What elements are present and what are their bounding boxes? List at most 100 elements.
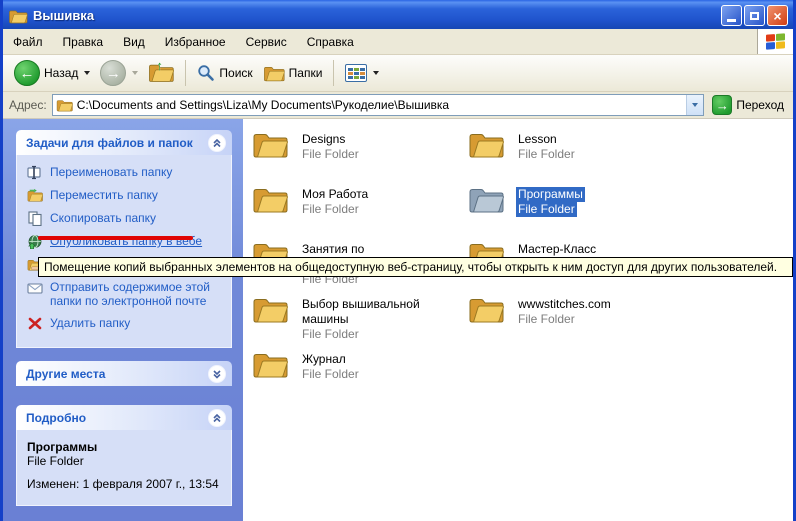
- views-icon: [345, 64, 367, 82]
- chevron-down-button[interactable]: [208, 365, 226, 383]
- folder-type: File Folder: [300, 367, 361, 382]
- folder-item-moya-rabota[interactable]: Моя РаботаFile Folder: [252, 182, 468, 237]
- window-title: Вышивка: [33, 8, 721, 23]
- chevron-down-icon: [692, 103, 698, 107]
- chevron-up-button[interactable]: [208, 134, 226, 152]
- folder-list: DesignsFile Folder LessonFile Folder Моя…: [243, 119, 793, 521]
- folder-icon: [252, 294, 288, 324]
- details-item-name: Программы: [27, 440, 221, 454]
- up-button[interactable]: ↑: [143, 58, 179, 88]
- titlebar: Вышивка ×: [3, 0, 793, 29]
- folder-item-lesson[interactable]: LessonFile Folder: [468, 127, 684, 182]
- details-header[interactable]: Подробно: [16, 405, 232, 430]
- other-places-title: Другие места: [26, 367, 105, 381]
- task-delete-folder[interactable]: Удалить папку: [27, 316, 227, 331]
- content-area: Задачи для файлов и папок Переименовать …: [3, 119, 793, 521]
- views-button[interactable]: [340, 61, 384, 85]
- forward-button[interactable]: →: [95, 57, 143, 89]
- maximize-button[interactable]: [744, 5, 765, 26]
- menu-edit[interactable]: Правка: [53, 29, 114, 54]
- back-dropdown-icon[interactable]: [84, 71, 90, 75]
- folders-button[interactable]: Папки: [258, 61, 328, 85]
- search-label: Поиск: [219, 66, 252, 80]
- task-copy-folder[interactable]: Скопировать папку: [27, 211, 227, 226]
- tasks-panel-body: Переименовать папку Переместить папку Ск…: [16, 155, 232, 348]
- folder-name: Lesson: [516, 132, 559, 147]
- annotation-underline: [38, 236, 193, 240]
- tasks-panel-title: Задачи для файлов и папок: [26, 136, 193, 150]
- back-icon: ←: [14, 60, 40, 86]
- menu-file[interactable]: Файл: [3, 29, 53, 54]
- folder-item-zhurnal[interactable]: ЖурналFile Folder: [252, 347, 468, 402]
- folder-name: Моя Работа: [300, 187, 370, 202]
- email-icon: [27, 280, 43, 295]
- search-button[interactable]: Поиск: [192, 61, 257, 85]
- task-email-folder[interactable]: Отправить содержимое этой папки по элект…: [27, 280, 227, 308]
- rename-icon: [27, 165, 43, 180]
- folder-type: File Folder: [516, 202, 577, 217]
- chevron-up-button[interactable]: [208, 409, 226, 427]
- folder-item-designs[interactable]: DesignsFile Folder: [252, 127, 468, 182]
- menu-favorites[interactable]: Избранное: [155, 29, 236, 54]
- folder-name: wwwstitches.com: [516, 297, 613, 312]
- forward-dropdown-icon: [132, 71, 138, 75]
- views-dropdown-icon[interactable]: [373, 71, 379, 75]
- move-icon: [27, 188, 43, 203]
- tasks-panel-header[interactable]: Задачи для файлов и папок: [16, 130, 232, 155]
- menu-tools[interactable]: Сервис: [236, 29, 297, 54]
- details-item-modified: Изменен: 1 февраля 2007 г., 13:54: [27, 477, 221, 491]
- folder-icon-selected: [468, 184, 504, 214]
- folder-item-vybor-mashiny[interactable]: Выбор вышивальной машиныFile Folder: [252, 292, 468, 347]
- folder-item-wwwstitches[interactable]: wwwstitches.comFile Folder: [468, 292, 684, 347]
- menu-view[interactable]: Вид: [113, 29, 155, 54]
- folder-icon: [252, 349, 288, 379]
- delete-icon: [27, 316, 43, 331]
- go-button[interactable]: → Переход: [709, 94, 787, 116]
- toolbar-separator: [185, 60, 186, 86]
- copy-icon: [27, 211, 43, 226]
- explorer-window: Вышивка × Файл Правка Вид Избранное Серв…: [0, 0, 796, 521]
- folder-icon: [468, 294, 504, 324]
- toolbar-separator: [333, 60, 334, 86]
- tooltip-text: Помещение копий выбранных элементов на о…: [44, 260, 777, 274]
- minimize-button[interactable]: [721, 5, 742, 26]
- folder-name: Мастер-Класс: [516, 242, 598, 257]
- details-item-type: File Folder: [27, 454, 221, 468]
- folder-icon: [468, 129, 504, 159]
- minimize-icon: [727, 19, 736, 22]
- toolbar: ← Назад → ↑ Поиск: [3, 55, 793, 92]
- folders-label: Папки: [289, 66, 323, 80]
- folder-type: File Folder: [516, 147, 577, 162]
- menu-help[interactable]: Справка: [297, 29, 364, 54]
- address-label: Адрес:: [9, 98, 47, 112]
- close-icon: ×: [773, 8, 781, 24]
- maximize-icon: [750, 12, 759, 20]
- windows-flag-icon: [766, 33, 785, 49]
- folder-item-programmy-selected[interactable]: ПрограммыFile Folder: [468, 182, 684, 237]
- folder-name: Программы: [516, 187, 585, 202]
- folder-type: File Folder: [300, 147, 361, 162]
- other-places-header[interactable]: Другие места: [16, 361, 232, 386]
- folder-name: Журнал: [300, 352, 348, 367]
- other-places-panel: Другие места: [16, 361, 232, 386]
- details-panel: Подробно Программы File Folder Изменен: …: [16, 405, 232, 506]
- folder-type: File Folder: [300, 202, 361, 217]
- folder-name: Выбор вышивальной машины: [300, 297, 468, 327]
- task-label: Скопировать папку: [50, 211, 156, 225]
- search-icon: [197, 64, 215, 82]
- folder-name: Designs: [300, 132, 347, 147]
- task-label: Удалить папку: [50, 316, 130, 330]
- folder-type: File Folder: [300, 327, 361, 342]
- address-input[interactable]: C:\Documents and Settings\Liza\My Docume…: [52, 94, 705, 116]
- folders-icon: [263, 64, 285, 82]
- address-dropdown-button[interactable]: [686, 95, 703, 115]
- back-label: Назад: [44, 66, 78, 80]
- tooltip: Помещение копий выбранных элементов на о…: [38, 257, 793, 277]
- task-rename-folder[interactable]: Переименовать папку: [27, 165, 227, 180]
- close-button[interactable]: ×: [767, 5, 788, 26]
- task-move-folder[interactable]: Переместить папку: [27, 188, 227, 203]
- address-folder-icon: [56, 98, 73, 112]
- back-button[interactable]: ← Назад: [9, 57, 95, 89]
- details-body: Программы File Folder Изменен: 1 февраля…: [16, 430, 232, 506]
- task-label: Переименовать папку: [50, 165, 172, 179]
